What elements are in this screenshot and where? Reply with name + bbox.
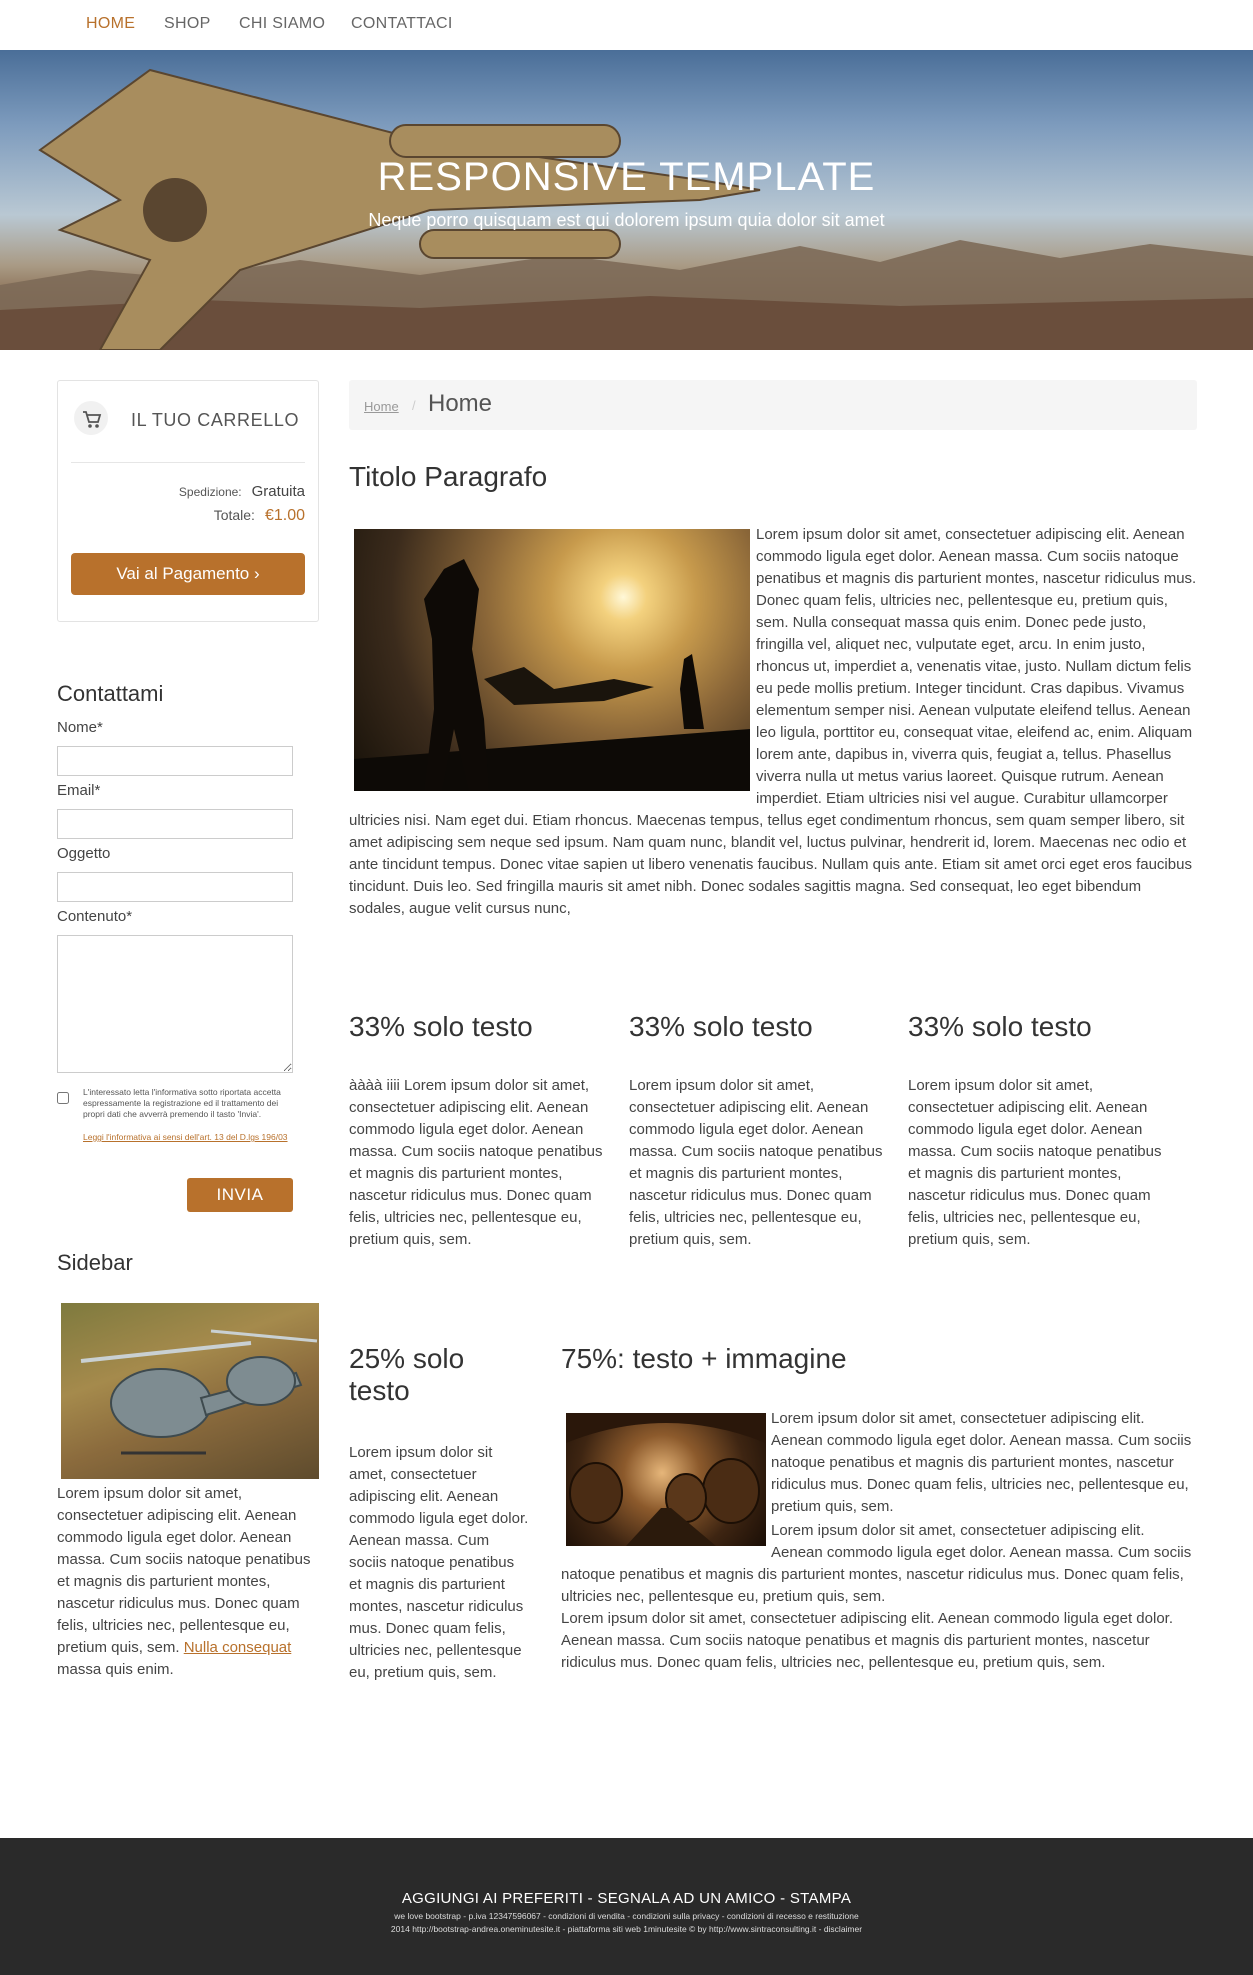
col75-title: 75%: testo + immagine (561, 1343, 847, 1374)
privacy-link[interactable]: Leggi l'informativa ai sensi dell'art. 1… (83, 1132, 298, 1143)
cart-title: IL TUO CARRELLO (131, 410, 300, 430)
col3-text: Lorem ipsum dolor sit amet, consectetuer… (908, 1077, 1162, 1248)
total-row: Totale: €1.00 (214, 507, 305, 525)
submit-button[interactable]: INVIA (187, 1178, 293, 1212)
top-nav: HOME SHOP CHI SIAMO CONTATTACI (0, 0, 1253, 50)
hero-banner: RESPONSIVE TEMPLATE Neque porro quisquam… (0, 50, 1253, 350)
col25-title: 25% solo testo (349, 1343, 465, 1406)
col3-title: 33% solo testo (908, 1011, 1092, 1042)
helicopter-image (61, 1303, 319, 1479)
breadcrumb: Home / Home (349, 380, 1197, 430)
breadcrumb-current: Home (428, 390, 493, 417)
sidebar-link[interactable]: Nulla consequat (184, 1639, 292, 1656)
shipping-row: Spedizione: Gratuita (179, 483, 305, 500)
name-label: Nome* (57, 719, 103, 736)
article-image (354, 529, 750, 791)
col2-text: Lorem ipsum dolor sit amet, consectetuer… (629, 1077, 883, 1248)
consent-checkbox[interactable] (57, 1092, 69, 1104)
cellar-image (566, 1413, 766, 1546)
shipping-value: Gratuita (251, 483, 305, 500)
consent-text: L'interessato letta l'informativa sotto … (83, 1087, 281, 1119)
col2-title: 33% solo testo (629, 1011, 813, 1042)
subject-label: Oggetto (57, 845, 111, 862)
col75-text: Lorem ipsum dolor sit amet, consectetuer… (561, 1408, 1197, 1674)
nav-shop[interactable]: SHOP (164, 15, 211, 33)
sidebar-text-start: Lorem ipsum dolor sit amet, consectetuer… (57, 1485, 311, 1656)
breadcrumb-home[interactable]: Home (364, 399, 399, 414)
sidebar-title: Sidebar (57, 1250, 133, 1275)
hero-subtitle: Neque porro quisquam est qui dolorem ips… (368, 210, 885, 230)
breadcrumb-separator: / (412, 398, 416, 413)
shipping-label: Spedizione: (178, 485, 242, 499)
total-label: Totale: (213, 507, 255, 523)
article-text: Lorem ipsum dolor sit amet, consectetuer… (349, 524, 1197, 920)
sidebar-text: Lorem ipsum dolor sit amet, consectetuer… (57, 1483, 322, 1681)
sidebar-text-end: massa quis enim. (57, 1661, 174, 1678)
nav-home[interactable]: HOME (86, 15, 135, 33)
contact-title: Contattami (57, 681, 164, 706)
divider (71, 462, 305, 463)
checkout-button[interactable]: Vai al Pagamento › (71, 553, 305, 595)
nav-chi-siamo[interactable]: CHI SIAMO (239, 15, 325, 33)
name-field[interactable] (57, 746, 293, 776)
content-textarea[interactable] (57, 935, 293, 1073)
email-label: Email* (57, 782, 101, 799)
footer: AGGIUNGI AI PREFERITI - SEGNALA AD UN AM… (0, 1838, 1253, 1975)
col1-text: àààà iiii Lorem ipsum dolor sit amet, co… (349, 1077, 603, 1248)
col25-text: Lorem ipsum dolor sit amet, consectetuer… (349, 1444, 529, 1681)
col75-paragraph-3: Lorem ipsum dolor sit amet, consectetuer… (561, 1610, 1174, 1671)
article-title: Titolo Paragrafo (349, 461, 548, 492)
footer-links[interactable]: AGGIUNGI AI PREFERITI - SEGNALA AD UN AM… (0, 1890, 1253, 1907)
content-label: Contenuto* (57, 908, 133, 925)
footer-credits: 2014 http://bootstrap-andrea.oneminutesi… (390, 1924, 863, 1934)
total-value: €1.00 (264, 507, 305, 524)
cart-icon (74, 401, 108, 435)
hero-title: RESPONSIVE TEMPLATE (377, 155, 876, 199)
cart-widget: IL TUO CARRELLO Spedizione: Gratuita Tota… (57, 380, 319, 622)
subject-field[interactable] (57, 872, 293, 902)
footer-info: we love bootstrap - p.iva 12347596067 - … (394, 1911, 859, 1921)
hero-image (0, 68, 1253, 350)
nav-contattaci[interactable]: CONTATTACI (351, 15, 453, 33)
col1-title: 33% solo testo (349, 1011, 533, 1042)
email-field[interactable] (57, 809, 293, 839)
